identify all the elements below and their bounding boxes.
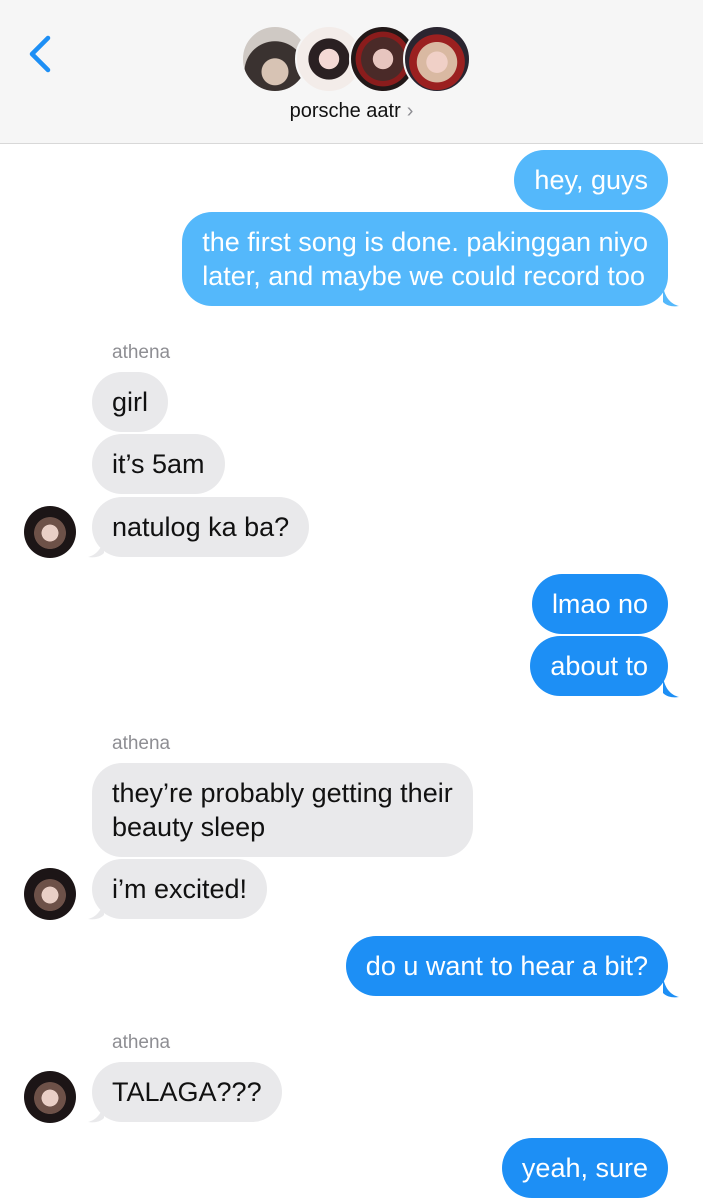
bubble-tail xyxy=(663,977,679,998)
message-bubble-incoming[interactable]: they’re probably getting their beauty sl… xyxy=(92,763,473,857)
sender-name: athena xyxy=(112,1032,171,1053)
bubble-tail xyxy=(663,286,679,307)
group-title[interactable]: porsche aatr › xyxy=(0,100,703,123)
message-line: beauty sleep xyxy=(112,812,266,842)
message-bubble-incoming[interactable]: i’m excited! xyxy=(92,859,268,919)
avatar[interactable] xyxy=(24,868,76,920)
bubble-tail xyxy=(88,537,104,558)
group-avatars[interactable] xyxy=(241,25,471,95)
message-bubble-incoming[interactable]: natulog ka ba? xyxy=(92,497,310,557)
avatar[interactable] xyxy=(24,506,76,558)
message-bubble-incoming[interactable]: TALAGA??? xyxy=(92,1062,282,1122)
message-bubble-outgoing[interactable]: lmao no xyxy=(531,574,668,634)
message-line: the first song is done. pakinggan niyo xyxy=(202,227,648,257)
avatar[interactable] xyxy=(24,1071,76,1123)
message-bubble-outgoing[interactable]: the first song is done. pakinggan niyo l… xyxy=(182,212,668,306)
conversation-header: porsche aatr › xyxy=(0,0,703,144)
group-name: porsche aatr xyxy=(289,100,401,122)
bubble-tail xyxy=(88,1102,104,1123)
message-bubble-outgoing[interactable]: about to xyxy=(530,636,668,696)
message-line: they’re probably getting their xyxy=(112,778,453,808)
chevron-left-icon xyxy=(29,35,51,73)
message-line: later, and maybe we could record too xyxy=(202,261,645,291)
message-bubble-outgoing[interactable]: hey, guys xyxy=(514,150,668,210)
message-bubble-outgoing[interactable]: do u want to hear a bit? xyxy=(345,936,668,996)
back-button[interactable] xyxy=(24,34,60,74)
message-bubble-incoming[interactable]: it’s 5am xyxy=(92,434,225,494)
sender-name: athena xyxy=(112,733,171,754)
bubble-tail xyxy=(88,899,104,920)
avatar xyxy=(403,25,471,93)
sender-name: athena xyxy=(112,342,171,363)
chevron-right-icon: › xyxy=(406,100,414,122)
message-bubble-incoming[interactable]: girl xyxy=(92,372,169,432)
bubble-tail xyxy=(663,677,679,698)
message-bubble-outgoing[interactable]: yeah, sure xyxy=(501,1138,668,1198)
